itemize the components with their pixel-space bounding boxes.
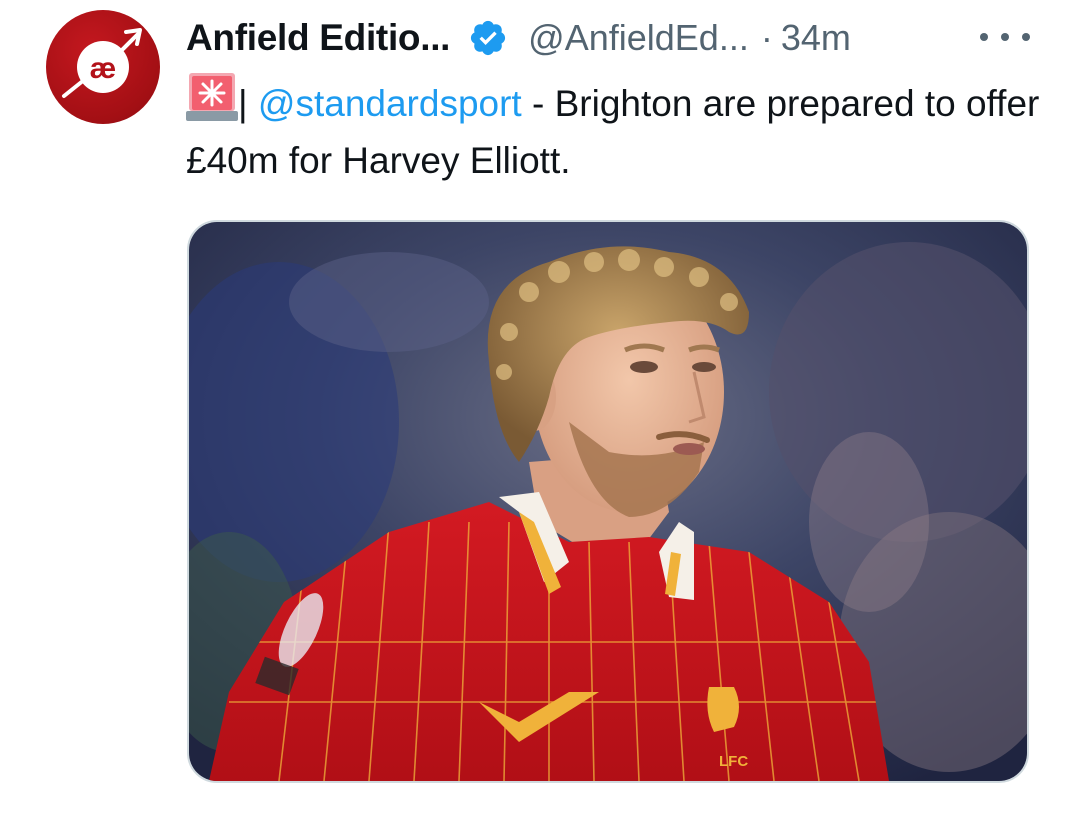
player-photo: LFC [189,222,1027,781]
mention-link[interactable]: @standardsport [258,83,522,124]
rotating-light-icon [186,73,238,121]
tweet[interactable]: æ Anfield Editio... @AnfieldEd... · 34m [0,0,1079,815]
more-dot [1022,33,1030,41]
anfield-edition-logo-icon: æ [62,28,142,98]
user-handle[interactable]: @AnfieldEd... [528,17,749,59]
timestamp[interactable]: 34m [781,17,851,59]
pipe-separator: | [238,83,248,124]
avatar-logo-text: æ [90,52,117,85]
verified-badge-icon [471,20,506,56]
separator-dot: · [760,17,773,58]
tweet-header: Anfield Editio... @AnfieldEd... · 34m [186,14,851,62]
tweet-text: | @standardsport - Brighton are prepared… [186,70,1046,189]
tweet-photo[interactable]: LFC [187,220,1029,783]
avatar[interactable]: æ [46,10,160,124]
more-dot [980,33,988,41]
more-dot [1001,33,1009,41]
display-name[interactable]: Anfield Editio... [186,17,450,59]
more-options-icon[interactable] [980,22,1030,52]
shirt-crest-text: LFC [719,753,748,770]
